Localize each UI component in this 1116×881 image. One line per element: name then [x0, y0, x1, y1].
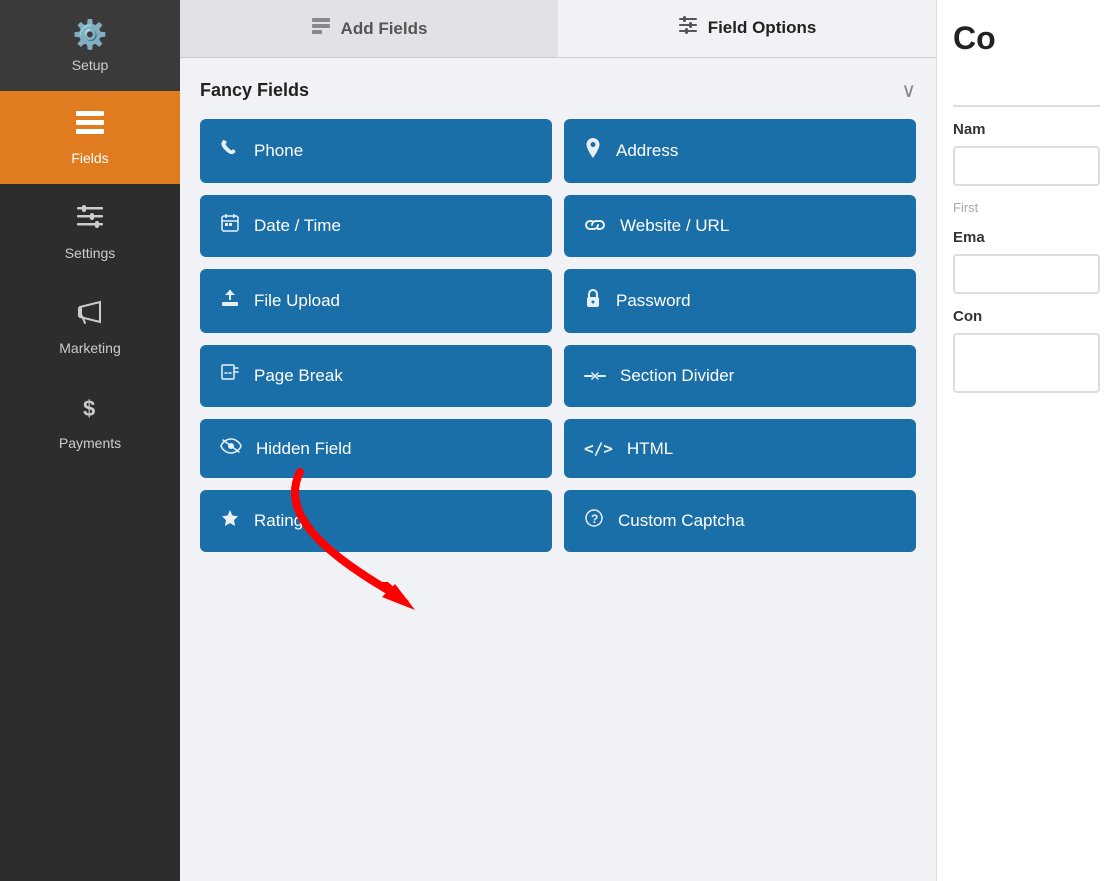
field-btn-file-upload-label: File Upload [254, 291, 340, 311]
field-btn-page-break-label: Page Break [254, 366, 343, 386]
field-btn-datetime-label: Date / Time [254, 216, 341, 236]
field-btn-datetime[interactable]: Date / Time [200, 195, 552, 257]
section-title: Fancy Fields [200, 80, 309, 101]
field-btn-phone[interactable]: Phone [200, 119, 552, 183]
captcha-icon: ? [584, 508, 604, 534]
phone-icon [220, 138, 240, 164]
rating-icon [220, 508, 240, 534]
tab-add-fields-label: Add Fields [341, 19, 428, 39]
field-btn-hidden-field[interactable]: Hidden Field [200, 419, 552, 478]
gear-icon: ⚙️ [73, 18, 108, 51]
field-btn-page-break[interactable]: Page Break [200, 345, 552, 407]
add-fields-icon [311, 17, 331, 40]
tab-field-options-label: Field Options [708, 18, 817, 38]
datetime-icon [220, 213, 240, 239]
sidebar-item-setup[interactable]: ⚙️ Setup [0, 0, 180, 91]
sidebar-item-fields[interactable]: Fields [0, 91, 180, 184]
comment-label: Con [953, 308, 1100, 325]
sidebar-item-payments[interactable]: $ Payments [0, 374, 180, 469]
name-input-box [953, 146, 1100, 186]
first-placeholder: First [953, 200, 1100, 215]
address-icon [584, 137, 602, 165]
tab-bar: Add Fields Field Options [180, 0, 936, 58]
field-btn-hidden-field-label: Hidden Field [256, 439, 351, 459]
field-btn-html[interactable]: </> HTML [564, 419, 916, 478]
tab-field-options[interactable]: Field Options [558, 0, 936, 57]
field-btn-address[interactable]: Address [564, 119, 916, 183]
svg-text:$: $ [83, 396, 95, 421]
field-btn-file-upload[interactable]: File Upload [200, 269, 552, 333]
field-btn-password-label: Password [616, 291, 691, 311]
chevron-down-icon[interactable]: ∨ [901, 78, 916, 103]
name-label: Nam [953, 121, 1100, 138]
main-panel: Add Fields Field Options Fancy Fields ∨ [180, 0, 936, 881]
field-btn-rating-label: Rating [254, 511, 303, 531]
settings-icon [75, 202, 105, 239]
field-btn-html-label: HTML [627, 439, 673, 459]
sidebar: ⚙️ Setup Fields Settings [0, 0, 180, 881]
right-panel: Co Nam First Ema Con [936, 0, 1116, 881]
section-divider-icon [584, 365, 606, 388]
sidebar-label-settings: Settings [65, 245, 116, 261]
sidebar-item-marketing[interactable]: Marketing [0, 279, 180, 374]
field-grid: Phone Address [200, 119, 916, 552]
field-btn-phone-label: Phone [254, 141, 303, 161]
email-input-box [953, 254, 1100, 294]
password-icon [584, 287, 602, 315]
hidden-field-icon [220, 437, 242, 460]
field-btn-rating[interactable]: Rating [200, 490, 552, 552]
section-header: Fancy Fields ∨ [200, 78, 916, 103]
svg-text:?: ? [591, 512, 598, 526]
field-btn-custom-captcha-label: Custom Captcha [618, 511, 745, 531]
marketing-icon [75, 297, 105, 334]
field-options-icon [678, 16, 698, 39]
sidebar-label-payments: Payments [59, 435, 121, 451]
field-btn-section-divider-label: Section Divider [620, 366, 734, 386]
comment-input-box [953, 333, 1100, 393]
fields-area: Fancy Fields ∨ Phone [180, 58, 936, 881]
field-btn-section-divider[interactable]: Section Divider [564, 345, 916, 407]
page-break-icon [220, 363, 240, 389]
sidebar-label-fields: Fields [71, 150, 108, 166]
field-btn-website[interactable]: Website / URL [564, 195, 916, 257]
field-btn-password[interactable]: Password [564, 269, 916, 333]
field-btn-custom-captcha[interactable]: ? Custom Captcha [564, 490, 916, 552]
html-icon: </> [584, 439, 613, 458]
field-grid-container: Phone Address [200, 119, 916, 552]
payments-icon: $ [75, 392, 105, 429]
right-panel-title: Co [953, 20, 1100, 57]
fields-icon [74, 109, 106, 144]
sidebar-label-setup: Setup [72, 57, 109, 73]
field-btn-website-label: Website / URL [620, 216, 729, 236]
sidebar-label-marketing: Marketing [59, 340, 120, 356]
tab-add-fields[interactable]: Add Fields [180, 0, 558, 57]
field-btn-address-label: Address [616, 141, 678, 161]
sidebar-item-settings[interactable]: Settings [0, 184, 180, 279]
website-icon [584, 215, 606, 238]
email-label: Ema [953, 229, 1100, 246]
upload-icon [220, 288, 240, 314]
